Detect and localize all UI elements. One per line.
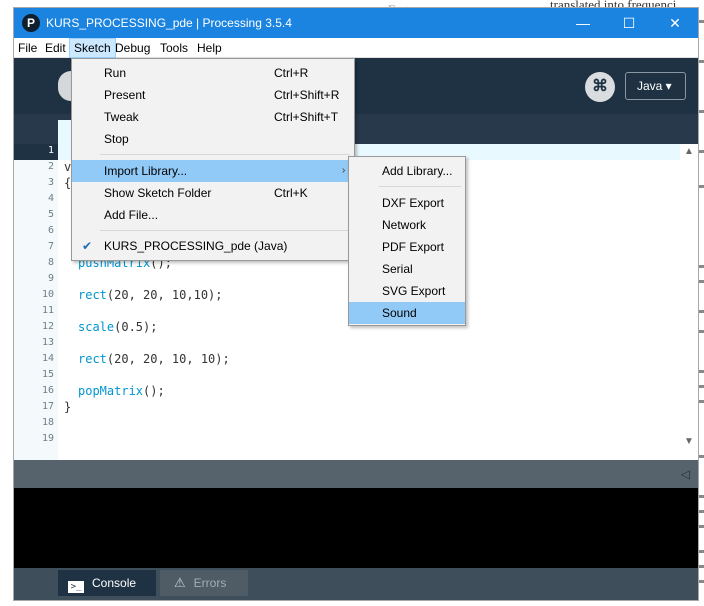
submenu-item-serial[interactable]: Serial (349, 258, 465, 280)
menu-separator (100, 154, 350, 155)
console-output (14, 488, 698, 568)
code-function: popMatrix (78, 384, 144, 398)
minimize-button[interactable]: — (560, 8, 606, 38)
menu-separator (100, 230, 350, 231)
submenu-arrow-icon: › (342, 165, 346, 176)
menu-file[interactable]: File (14, 38, 41, 58)
menu-item-import-library[interactable]: Import Library... › (72, 160, 354, 182)
menu-bar: File Edit Sketch Debug Tools Help (14, 38, 698, 58)
code-line: popMatrix(); (78, 384, 165, 398)
menu-item-sketch-tab[interactable]: ✔ KURS_PROCESSING_pde (Java) (72, 235, 354, 257)
scroll-down-icon[interactable]: ▼ (680, 436, 698, 447)
mode-selector[interactable]: Java ▾ (625, 72, 686, 100)
code-function: rect (78, 288, 107, 302)
code-line: rect(20, 20, 10,10); (78, 288, 223, 302)
debugger-icon[interactable]: ⌘ (585, 72, 615, 102)
code-args: (20, 20, 10, 10); (106, 352, 230, 366)
code-function: scale (78, 320, 115, 334)
line-number: 9 (47, 273, 54, 284)
menu-item-add-file[interactable]: Add File... (72, 204, 354, 226)
submenu-item-pdf-export[interactable]: PDF Export (349, 236, 465, 258)
menu-item-stop[interactable]: Stop (72, 128, 354, 150)
warning-icon: ⚠ (174, 575, 186, 590)
code-args: (20, 20, 10,10); (106, 288, 223, 302)
code-function: rect (78, 352, 107, 366)
line-number: 18 (41, 417, 54, 428)
tab-console-label: Console (92, 576, 137, 590)
menu-item-present[interactable]: Present Ctrl+Shift+R (72, 84, 354, 106)
import-library-submenu: Add Library... DXF Export Network PDF Ex… (348, 156, 466, 326)
submenu-item-sound[interactable]: Sound (349, 302, 465, 324)
code-args: (); (143, 384, 165, 398)
footer-bar: >_ Console ⚠ Errors (14, 568, 698, 600)
editor-console-divider[interactable]: ◁ (14, 460, 698, 490)
maximize-button[interactable]: ☐ (606, 8, 652, 38)
close-button[interactable]: ✕ (652, 8, 698, 38)
line-number: 11 (41, 305, 54, 316)
code-line: } (64, 400, 71, 414)
processing-app-icon: P (22, 14, 40, 32)
line-number: 2 (47, 161, 54, 172)
line-number-gutter: 1 2 3 4 5 6 7 8 9 10 11 12 13 14 15 16 17 18 19 (14, 144, 58, 460)
line-number: 5 (47, 209, 54, 220)
code-line: scale(0.5); (78, 320, 157, 334)
submenu-item-network[interactable]: Network (349, 214, 465, 236)
line-number: 14 (41, 353, 54, 364)
line-number: 17 (41, 401, 54, 412)
window-title: KURS_PROCESSING_pde | Processing 3.5.4 (46, 16, 292, 30)
tab-errors-label: Errors (193, 576, 227, 590)
line-number: 16 (41, 385, 54, 396)
collapse-icon[interactable]: ◁ (681, 467, 690, 481)
line-number: 13 (41, 337, 54, 348)
tab-errors[interactable]: ⚠ Errors (160, 570, 248, 596)
menu-sketch[interactable]: Sketch (69, 38, 116, 58)
submenu-item-svg-export[interactable]: SVG Export (349, 280, 465, 302)
line-number: 3 (47, 177, 54, 188)
line-number: 10 (41, 289, 54, 300)
vertical-scrollbar[interactable]: ▲ ▼ (680, 144, 698, 460)
code-line: rect(20, 20, 10, 10); (78, 352, 230, 366)
menu-tools[interactable]: Tools (156, 38, 192, 58)
title-bar[interactable]: P KURS_PROCESSING_pde | Processing 3.5.4… (14, 8, 698, 38)
menu-item-tweak[interactable]: Tweak Ctrl+Shift+T (72, 106, 354, 128)
line-number: 15 (41, 369, 54, 380)
menu-item-show-sketch-folder[interactable]: Show Sketch Folder Ctrl+K (72, 182, 354, 204)
code-args: (0.5); (114, 320, 158, 334)
code-text: } (64, 400, 72, 414)
line-number: 4 (47, 193, 54, 204)
menu-separator (379, 186, 461, 187)
submenu-item-dxf-export[interactable]: DXF Export (349, 192, 465, 214)
line-number: 6 (47, 225, 54, 236)
sketch-menu: Run Ctrl+R Present Ctrl+Shift+R Tweak Ct… (71, 58, 355, 261)
checkmark-icon: ✔ (82, 239, 93, 253)
console-icon: >_ (68, 581, 84, 593)
tab-console[interactable]: >_ Console (58, 570, 156, 596)
desktop: Fast... translated into frequenci P KURS… (0, 0, 704, 606)
background-text-strip (698, 0, 704, 606)
line-number: 12 (41, 321, 54, 332)
line-number: 8 (47, 257, 54, 268)
menu-item-run[interactable]: Run Ctrl+R (72, 62, 354, 84)
menu-help[interactable]: Help (193, 38, 226, 58)
menu-edit[interactable]: Edit (41, 38, 70, 58)
line-number: 19 (41, 433, 54, 444)
scroll-up-icon[interactable]: ▲ (680, 146, 698, 157)
submenu-item-add-library[interactable]: Add Library... (349, 160, 465, 182)
line-number: 1 (47, 145, 54, 156)
menu-debug[interactable]: Debug (111, 38, 154, 58)
line-number: 7 (47, 241, 54, 252)
